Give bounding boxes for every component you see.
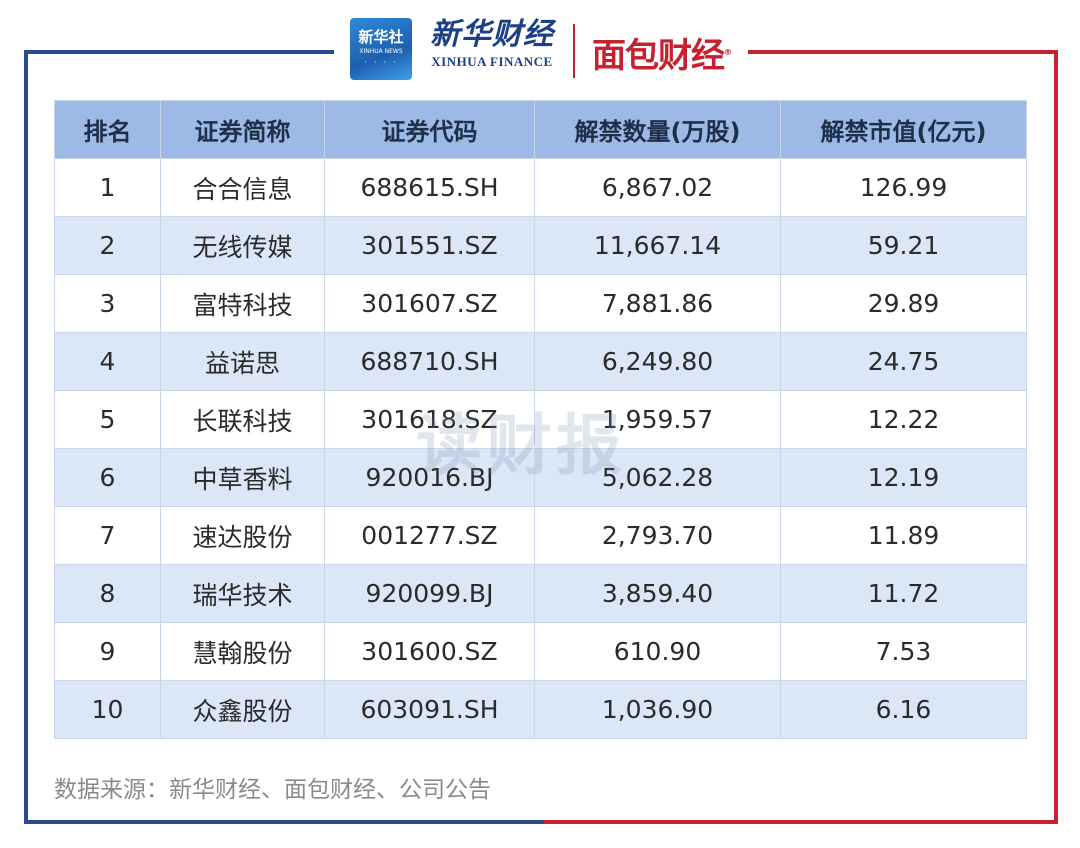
frame-line-blue-left xyxy=(24,50,28,824)
cell-code: 301607.SZ xyxy=(324,274,535,333)
cell-quantity: 5,062.28 xyxy=(534,448,781,507)
cell-quantity: 2,793.70 xyxy=(534,506,781,565)
cell-quantity: 1,959.57 xyxy=(534,390,781,449)
cell-market-value: 11.72 xyxy=(780,564,1027,623)
cell-rank: 10 xyxy=(54,680,161,739)
cell-rank: 3 xyxy=(54,274,161,333)
cell-quantity: 1,036.90 xyxy=(534,680,781,739)
frame-line-blue-top xyxy=(24,50,334,54)
data-table: 排名 证券简称 证券代码 解禁数量(万股) 解禁市值(亿元) 1 合合信息 68… xyxy=(54,100,1027,739)
cell-rank: 2 xyxy=(54,216,161,275)
cell-quantity: 6,867.02 xyxy=(534,158,781,217)
cell-rank: 1 xyxy=(54,158,161,217)
cell-name: 慧翰股份 xyxy=(160,622,325,681)
xinhua-badge-cn: 新华社 xyxy=(358,28,404,46)
table-header-row: 排名 证券简称 证券代码 解禁数量(万股) 解禁市值(亿元) xyxy=(54,100,1027,159)
cell-quantity: 7,881.86 xyxy=(534,274,781,333)
table-row: 9 慧翰股份 301600.SZ 610.90 7.53 xyxy=(54,622,1027,681)
header-code: 证券代码 xyxy=(324,100,535,159)
header-market-value: 解禁市值(亿元) xyxy=(780,100,1027,159)
cell-rank: 4 xyxy=(54,332,161,391)
cell-market-value: 126.99 xyxy=(780,158,1027,217)
cell-rank: 5 xyxy=(54,390,161,449)
table-row: 5 长联科技 301618.SZ 1,959.57 12.22 xyxy=(54,390,1027,449)
frame-line-blue-bottom xyxy=(24,820,544,824)
cell-quantity: 3,859.40 xyxy=(534,564,781,623)
cell-quantity: 6,249.80 xyxy=(534,332,781,391)
table-row: 6 中草香料 920016.BJ 5,062.28 12.19 xyxy=(54,448,1027,507)
cell-rank: 7 xyxy=(54,506,161,565)
table-row: 8 瑞华技术 920099.BJ 3,859.40 11.72 xyxy=(54,564,1027,623)
cell-rank: 9 xyxy=(54,622,161,681)
cell-code: 688710.SH xyxy=(324,332,535,391)
xinhua-news-logo: 新华社 XINHUA NEWS · · · · xyxy=(350,18,412,80)
header-divider xyxy=(573,24,575,78)
header-rank: 排名 xyxy=(54,100,161,159)
cell-name: 瑞华技术 xyxy=(160,564,325,623)
cell-name: 合合信息 xyxy=(160,158,325,217)
mianbao-finance-logo: 面包财经® xyxy=(592,28,732,77)
frame-line-red-bottom xyxy=(544,820,1058,824)
table-row: 2 无线传媒 301551.SZ 11,667.14 59.21 xyxy=(54,216,1027,275)
registered-mark-icon: ® xyxy=(724,47,732,57)
cell-code: 301600.SZ xyxy=(324,622,535,681)
cell-quantity: 610.90 xyxy=(534,622,781,681)
cell-name: 速达股份 xyxy=(160,506,325,565)
table-row: 10 众鑫股份 603091.SH 1,036.90 6.16 xyxy=(54,680,1027,739)
cell-code: 920016.BJ xyxy=(324,448,535,507)
cell-name: 无线传媒 xyxy=(160,216,325,275)
cell-code: 301551.SZ xyxy=(324,216,535,275)
header-logos: 新华社 XINHUA NEWS · · · · 新华财经 XINHUA FINA… xyxy=(340,10,740,82)
cell-market-value: 7.53 xyxy=(780,622,1027,681)
cell-name: 中草香料 xyxy=(160,448,325,507)
cell-code: 688615.SH xyxy=(324,158,535,217)
cell-market-value: 59.21 xyxy=(780,216,1027,275)
cell-quantity: 11,667.14 xyxy=(534,216,781,275)
mianbao-logo-text: 面包财经 xyxy=(592,36,725,76)
cell-name: 长联科技 xyxy=(160,390,325,449)
cell-market-value: 29.89 xyxy=(780,274,1027,333)
xinhua-badge-en: XINHUA NEWS xyxy=(359,48,403,55)
xinhua-finance-cn: 新华财经 xyxy=(430,17,554,52)
header-quantity: 解禁数量(万股) xyxy=(534,100,781,159)
cell-name: 益诺思 xyxy=(160,332,325,391)
cell-market-value: 6.16 xyxy=(780,680,1027,739)
cell-market-value: 12.22 xyxy=(780,390,1027,449)
cell-code: 001277.SZ xyxy=(324,506,535,565)
frame-line-red-right xyxy=(1054,50,1058,824)
frame-line-red-top xyxy=(748,50,1058,54)
cell-name: 众鑫股份 xyxy=(160,680,325,739)
cell-market-value: 24.75 xyxy=(780,332,1027,391)
header-name: 证券简称 xyxy=(160,100,325,159)
cell-name: 富特科技 xyxy=(160,274,325,333)
unlock-ranking-table: 排名 证券简称 证券代码 解禁数量(万股) 解禁市值(亿元) 1 合合信息 68… xyxy=(54,100,1027,739)
xinhua-finance-logo: 新华财经 XINHUA FINANCE xyxy=(422,16,562,82)
xinhua-badge-pattern: · · · · xyxy=(363,58,399,68)
table-row: 7 速达股份 001277.SZ 2,793.70 11.89 xyxy=(54,506,1027,565)
cell-rank: 8 xyxy=(54,564,161,623)
cell-code: 301618.SZ xyxy=(324,390,535,449)
table-row: 3 富特科技 301607.SZ 7,881.86 29.89 xyxy=(54,274,1027,333)
xinhua-finance-en: XINHUA FINANCE xyxy=(431,54,553,69)
table-row: 1 合合信息 688615.SH 6,867.02 126.99 xyxy=(54,158,1027,217)
data-source-note: 数据来源：新华财经、面包财经、公司公告 xyxy=(54,777,491,803)
table-row: 4 益诺思 688710.SH 6,249.80 24.75 xyxy=(54,332,1027,391)
cell-code: 603091.SH xyxy=(324,680,535,739)
cell-code: 920099.BJ xyxy=(324,564,535,623)
cell-rank: 6 xyxy=(54,448,161,507)
cell-market-value: 12.19 xyxy=(780,448,1027,507)
cell-market-value: 11.89 xyxy=(780,506,1027,565)
